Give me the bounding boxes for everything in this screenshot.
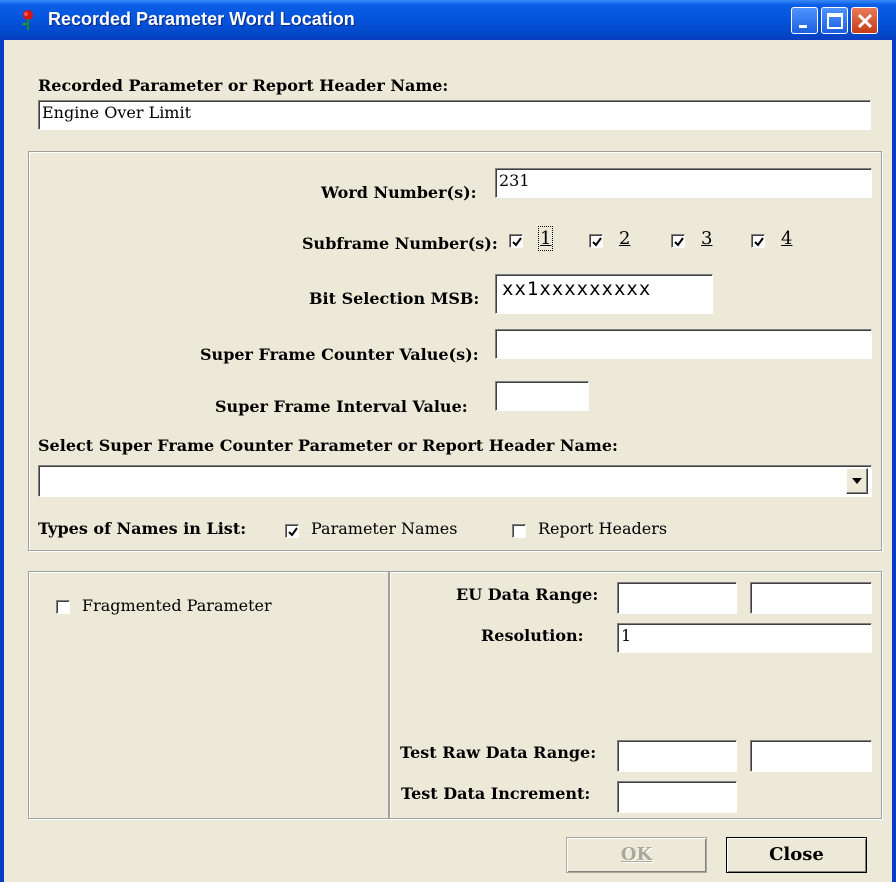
subframe-4-checkbox[interactable] <box>751 234 765 248</box>
close-icon <box>857 13 873 29</box>
parameter-names-checkbox[interactable] <box>285 524 299 538</box>
select-counter-combobox[interactable] <box>38 465 872 497</box>
fragmented-parameter-checkbox[interactable] <box>56 600 70 614</box>
minimize-button[interactable] <box>791 7 818 34</box>
resolution-label: Resolution: <box>481 626 584 645</box>
eu-range-min-input[interactable] <box>617 582 737 614</box>
ok-button[interactable]: OK <box>566 837 707 873</box>
sf-interval-label: Super Frame Interval Value: <box>215 397 468 416</box>
eu-range-max-input[interactable] <box>750 582 872 614</box>
subframe-3-label[interactable]: 3 <box>701 228 712 249</box>
close-window-button[interactable] <box>851 7 878 34</box>
word-numbers-label: Word Number(s): <box>321 183 477 202</box>
subframe-1-checkbox[interactable] <box>509 234 523 248</box>
ok-button-label: OK <box>620 844 653 865</box>
subframe-2-label[interactable]: 2 <box>619 228 630 249</box>
test-raw-min-input[interactable] <box>617 740 737 772</box>
select-counter-label: Select Super Frame Counter Parameter or … <box>38 436 618 455</box>
eu-range-label: EU Data Range: <box>456 585 599 604</box>
sf-counter-input[interactable] <box>495 329 872 359</box>
parameter-names-label[interactable]: Parameter Names <box>311 519 457 538</box>
check-icon <box>592 237 602 247</box>
check-icon <box>512 237 522 247</box>
test-increment-label: Test Data Increment: <box>401 784 591 803</box>
check-icon <box>288 527 298 537</box>
sf-interval-input[interactable] <box>495 381 589 411</box>
combobox-dropdown-button[interactable] <box>846 468 868 494</box>
subframe-3-checkbox[interactable] <box>671 234 685 248</box>
minimize-icon <box>799 25 807 28</box>
word-numbers-input[interactable]: 231 <box>495 168 872 198</box>
check-icon <box>674 237 684 247</box>
subframe-1-label[interactable]: 1 <box>537 226 554 251</box>
maximize-button[interactable] <box>821 7 848 34</box>
check-icon <box>754 237 764 247</box>
resolution-input[interactable]: 1 <box>617 623 872 653</box>
test-raw-range-label: Test Raw Data Range: <box>400 743 597 762</box>
maximize-icon <box>827 13 843 29</box>
fragmented-parameter-label[interactable]: Fragmented Parameter <box>82 596 272 615</box>
types-label: Types of Names in List: <box>38 519 247 538</box>
name-label: Recorded Parameter or Report Header Name… <box>38 76 449 95</box>
report-headers-checkbox[interactable] <box>512 524 526 538</box>
name-input[interactable]: Engine Over Limit <box>38 100 871 130</box>
close-button-label: Close <box>769 844 824 865</box>
chevron-down-icon <box>852 478 862 484</box>
bit-msb-input[interactable]: xx1xxxxxxxxx <box>495 274 713 314</box>
subframe-2-checkbox[interactable] <box>589 234 603 248</box>
test-increment-input[interactable] <box>617 781 737 813</box>
window-title: Recorded Parameter Word Location <box>48 9 355 29</box>
sf-counter-label: Super Frame Counter Value(s): <box>200 345 479 364</box>
bit-msb-label: Bit Selection MSB: <box>309 289 480 308</box>
test-raw-max-input[interactable] <box>750 740 872 772</box>
subframe-4-label[interactable]: 4 <box>781 228 792 249</box>
title-bar[interactable]: Recorded Parameter Word Location <box>0 0 896 40</box>
close-button[interactable]: Close <box>726 837 867 873</box>
report-headers-label[interactable]: Report Headers <box>538 519 667 538</box>
app-rose-icon <box>22 10 33 30</box>
subframe-label: Subframe Number(s): <box>302 234 498 253</box>
